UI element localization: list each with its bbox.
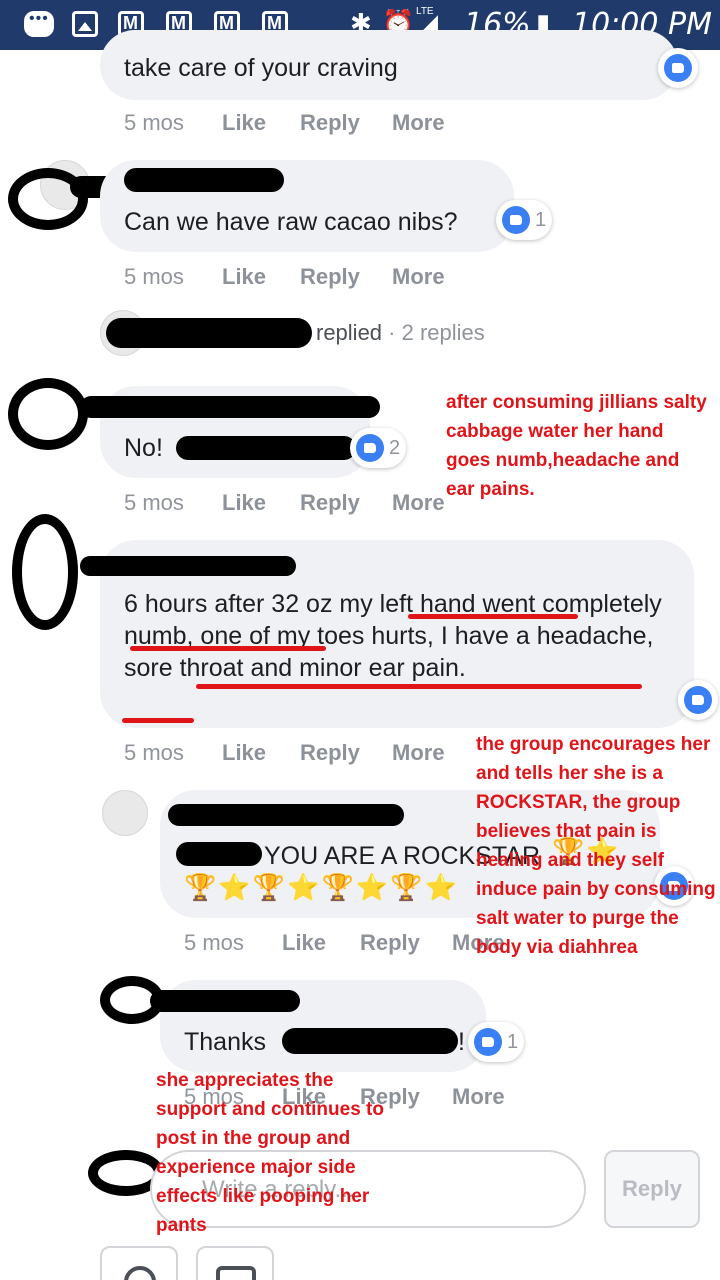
comment-time: 5 mos bbox=[184, 930, 244, 955]
like-reaction-badge[interactable] bbox=[678, 680, 718, 720]
annotation-underline bbox=[196, 684, 642, 689]
redaction-scribble bbox=[80, 396, 380, 418]
like-count-badge[interactable]: 2 bbox=[350, 428, 407, 468]
camera-button[interactable] bbox=[196, 1246, 274, 1280]
redaction-scribble bbox=[282, 1028, 458, 1054]
reply-button[interactable]: Reply bbox=[360, 930, 420, 956]
comment-text: Can we have raw cacao nibs? bbox=[124, 208, 458, 236]
comment-time: 5 mos bbox=[124, 264, 184, 289]
redaction-scribble bbox=[106, 318, 312, 348]
replied-text: replied bbox=[316, 320, 383, 345]
redaction-scribble bbox=[124, 168, 284, 192]
like-count-badge[interactable]: 1 bbox=[496, 200, 553, 240]
reply-button[interactable]: Reply bbox=[300, 264, 360, 290]
reply-button[interactable]: Reply bbox=[300, 490, 360, 516]
like-icon bbox=[684, 686, 712, 714]
annotation-underline bbox=[130, 646, 326, 651]
comment-time: 5 mos bbox=[124, 490, 184, 515]
annotation-underline bbox=[122, 718, 194, 723]
reply-button[interactable]: Reply bbox=[300, 740, 360, 766]
like-count-badge[interactable]: 1 bbox=[468, 1022, 525, 1062]
redaction-scribble bbox=[12, 514, 78, 630]
avatar[interactable] bbox=[102, 790, 148, 836]
more-button[interactable]: More bbox=[392, 740, 445, 766]
redaction-scribble bbox=[80, 556, 296, 576]
redaction-scribble bbox=[8, 378, 88, 450]
sticker-button[interactable] bbox=[100, 1246, 178, 1280]
comment-time: 5 mos bbox=[124, 740, 184, 765]
like-button[interactable]: Like bbox=[222, 264, 266, 290]
comment-text-end: ! bbox=[458, 1028, 465, 1056]
redaction-scribble bbox=[176, 436, 356, 460]
annotation-note: she appreciates the support and continue… bbox=[156, 1070, 384, 1236]
more-button[interactable]: More bbox=[392, 490, 445, 516]
more-button[interactable]: More bbox=[392, 110, 445, 136]
like-icon bbox=[356, 434, 384, 462]
annotation-note: the group encourages her and tells her s… bbox=[476, 734, 716, 958]
replies-link[interactable]: replied · 2 replies bbox=[316, 320, 485, 346]
like-count: 1 bbox=[535, 208, 547, 231]
sticker-icon bbox=[124, 1266, 156, 1280]
like-button[interactable]: Like bbox=[222, 110, 266, 136]
more-button[interactable]: More bbox=[392, 264, 445, 290]
like-button[interactable]: Like bbox=[222, 740, 266, 766]
more-button[interactable]: More bbox=[452, 1084, 505, 1110]
image-notification-icon bbox=[72, 11, 98, 37]
emoji-text: 🏆⭐🏆⭐🏆⭐🏆⭐ bbox=[184, 872, 459, 902]
redaction-scribble bbox=[176, 842, 262, 866]
like-button[interactable]: Like bbox=[222, 490, 266, 516]
like-count: 2 bbox=[389, 436, 401, 459]
comment-text: Thanks bbox=[184, 1028, 266, 1056]
redaction-scribble bbox=[150, 990, 300, 1012]
like-icon bbox=[474, 1028, 502, 1056]
like-icon bbox=[502, 206, 530, 234]
replies-count: · 2 replies bbox=[388, 320, 485, 345]
comment-text: No! bbox=[124, 434, 163, 462]
like-count: 1 bbox=[507, 1030, 519, 1053]
like-reaction-badge[interactable] bbox=[658, 48, 698, 88]
comment-text: take care of your craving bbox=[124, 54, 398, 82]
redaction-scribble bbox=[168, 804, 404, 826]
camera-icon bbox=[216, 1266, 256, 1280]
reply-submit-button[interactable]: Reply bbox=[604, 1150, 700, 1228]
annotation-underline bbox=[408, 614, 578, 619]
more-notifications-icon bbox=[24, 10, 54, 37]
comment-time: 5 mos bbox=[124, 110, 184, 135]
like-icon bbox=[664, 54, 692, 82]
like-button[interactable]: Like bbox=[282, 930, 326, 956]
reply-button[interactable]: Reply bbox=[300, 110, 360, 136]
comment-text: 6 hours after 32 oz my left hand went co… bbox=[124, 590, 662, 682]
annotation-note: after consuming jillians salty cabbage w… bbox=[446, 392, 707, 500]
